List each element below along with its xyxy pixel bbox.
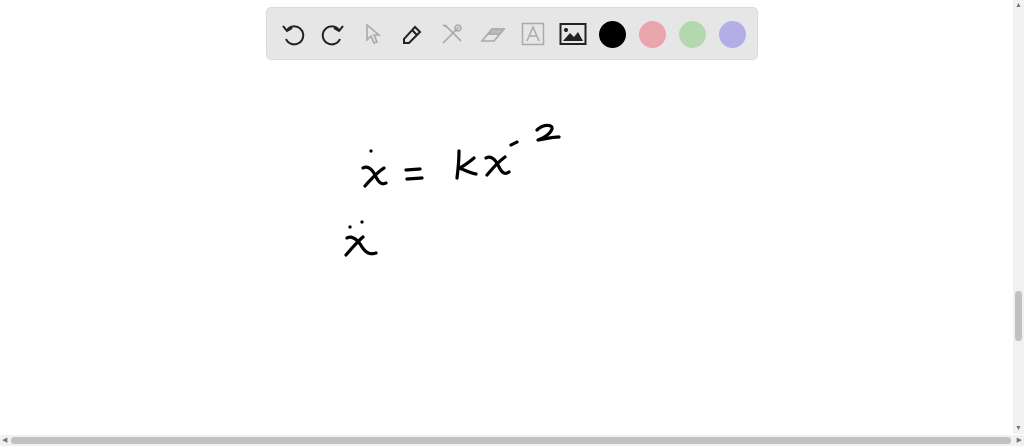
color-black-swatch[interactable] [599, 21, 626, 48]
handwritten-equations [344, 123, 561, 257]
text-tool-button[interactable] [518, 19, 548, 49]
scroll-up-arrow-icon[interactable]: ▲ [1015, 2, 1022, 9]
drawing-toolbar [266, 7, 758, 60]
horizontal-scroll-thumb[interactable] [11, 437, 1011, 444]
pen-tool-button[interactable] [397, 19, 427, 49]
undo-button[interactable] [278, 19, 308, 49]
select-tool-button[interactable] [358, 19, 388, 49]
scroll-right-arrow-icon[interactable]: ▶ [1017, 437, 1022, 444]
scroll-down-arrow-icon[interactable]: ▼ [1015, 425, 1022, 432]
color-pink-swatch[interactable] [639, 21, 666, 48]
eraser-icon [480, 28, 506, 42]
equation-line-2 [344, 220, 378, 257]
eraser-tool-button[interactable] [478, 19, 508, 49]
tools-icon [442, 24, 462, 44]
undo-icon [282, 25, 305, 46]
scroll-left-arrow-icon[interactable]: ◀ [2, 437, 7, 444]
text-icon [521, 22, 545, 46]
select-icon [366, 23, 382, 44]
tools-button[interactable] [437, 19, 467, 49]
vertical-scrollbar[interactable]: ▲ ▼ [1013, 0, 1024, 434]
redo-icon [321, 25, 344, 46]
image-tool-button[interactable] [558, 19, 588, 49]
horizontal-scrollbar[interactable]: ◀ ▶ [0, 435, 1024, 446]
equation-line-1 [361, 123, 561, 188]
pen-icon [403, 25, 422, 44]
color-purple-swatch[interactable] [719, 21, 746, 48]
whiteboard-canvas[interactable]: ẋ = kx^-2 ; ẍ [0, 0, 1012, 434]
redo-button[interactable] [318, 19, 348, 49]
image-icon [559, 23, 587, 45]
vertical-scroll-thumb[interactable] [1015, 291, 1022, 341]
color-green-swatch[interactable] [679, 21, 706, 48]
